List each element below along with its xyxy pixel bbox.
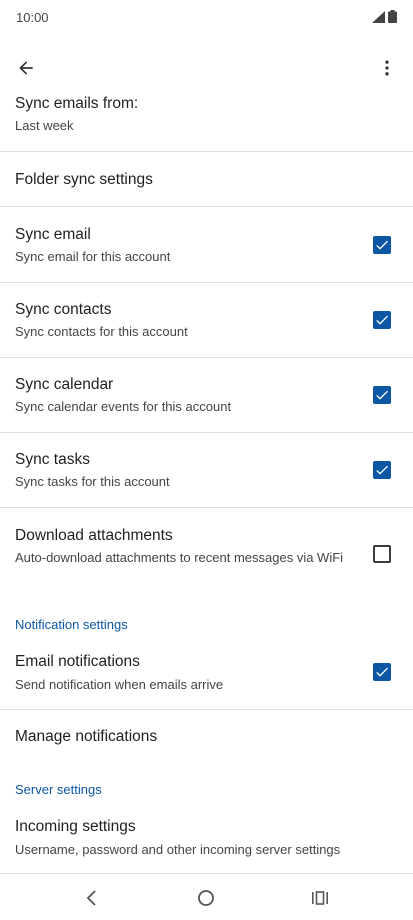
arrow-back-icon <box>19 61 33 75</box>
download-attachments-row[interactable]: Download attachments Auto-download attac… <box>0 508 413 600</box>
sync-tasks-subtitle: Sync tasks for this account <box>15 474 170 489</box>
app-bar <box>0 46 413 90</box>
more-vert-icon <box>385 60 389 76</box>
sync-calendar-checkbox[interactable] <box>373 386 391 404</box>
check-icon <box>376 315 388 325</box>
sync-tasks-title: Sync tasks <box>15 451 90 468</box>
folder-sync-settings-row[interactable]: Folder sync settings <box>0 152 413 207</box>
nav-back-icon <box>86 890 96 906</box>
download-attachments-checkbox[interactable] <box>373 545 391 563</box>
signal-icon <box>372 10 385 23</box>
status-bar: 10:00 <box>0 0 413 36</box>
download-attachments-subtitle: Auto-download attachments to recent mess… <box>15 550 344 565</box>
manage-notifications-title: Manage notifications <box>15 728 158 745</box>
email-notifications-row[interactable]: Email notifications Send notification wh… <box>0 636 413 709</box>
nav-home-icon <box>198 890 214 906</box>
sync-email-checkbox[interactable] <box>373 236 391 254</box>
nav-back-button[interactable] <box>80 886 104 910</box>
sync-contacts-title: Sync contacts <box>15 301 112 318</box>
sync-tasks-checkbox[interactable] <box>373 461 391 479</box>
sync-email-subtitle: Sync email for this account <box>15 249 171 264</box>
nav-home-button[interactable] <box>194 886 218 910</box>
nav-recents-button[interactable] <box>308 886 332 910</box>
download-attachments-title: Download attachments <box>15 527 173 544</box>
battery-icon <box>388 10 397 23</box>
sync-contacts-subtitle: Sync contacts for this account <box>15 324 188 339</box>
check-icon <box>376 390 388 400</box>
sync-emails-from-title: Sync emails from: <box>15 95 139 112</box>
sync-calendar-title: Sync calendar <box>15 376 114 393</box>
manage-notifications-row[interactable]: Manage notifications <box>0 710 413 765</box>
sync-contacts-row[interactable]: Sync contacts Sync contacts for this acc… <box>0 283 413 358</box>
nav-recents-icon <box>312 891 328 905</box>
sync-email-row[interactable]: Sync email Sync email for this account <box>0 207 413 282</box>
incoming-settings-title: Incoming settings <box>15 818 136 835</box>
folder-sync-settings-title: Folder sync settings <box>15 171 153 188</box>
email-notifications-subtitle: Send notification when emails arrive <box>15 677 224 692</box>
email-notifications-checkbox[interactable] <box>373 663 391 681</box>
email-notifications-title: Email notifications <box>15 653 140 670</box>
sync-contacts-checkbox[interactable] <box>373 311 391 329</box>
status-icons <box>372 10 397 23</box>
status-time: 10:00 <box>16 10 49 25</box>
sync-emails-from-row[interactable]: Sync emails from: Last week <box>0 90 413 152</box>
server-settings-header: Server settings <box>15 782 102 797</box>
sync-calendar-row[interactable]: Sync calendar Sync calendar events for t… <box>0 358 413 433</box>
incoming-settings-row[interactable]: Incoming settings Username, password and… <box>0 802 413 872</box>
back-button[interactable] <box>12 54 40 82</box>
sync-emails-from-value: Last week <box>15 118 74 133</box>
more-options-button[interactable] <box>373 54 401 82</box>
notification-settings-header: Notification settings <box>15 617 128 632</box>
sync-calendar-subtitle: Sync calendar events for this account <box>15 399 232 414</box>
check-icon <box>376 240 388 250</box>
incoming-settings-subtitle: Username, password and other incoming se… <box>15 842 341 857</box>
navigation-bar <box>0 874 413 920</box>
sync-email-title: Sync email <box>15 226 91 243</box>
sync-tasks-row[interactable]: Sync tasks Sync tasks for this account <box>0 433 413 508</box>
check-icon <box>376 667 388 677</box>
check-icon <box>376 465 388 475</box>
